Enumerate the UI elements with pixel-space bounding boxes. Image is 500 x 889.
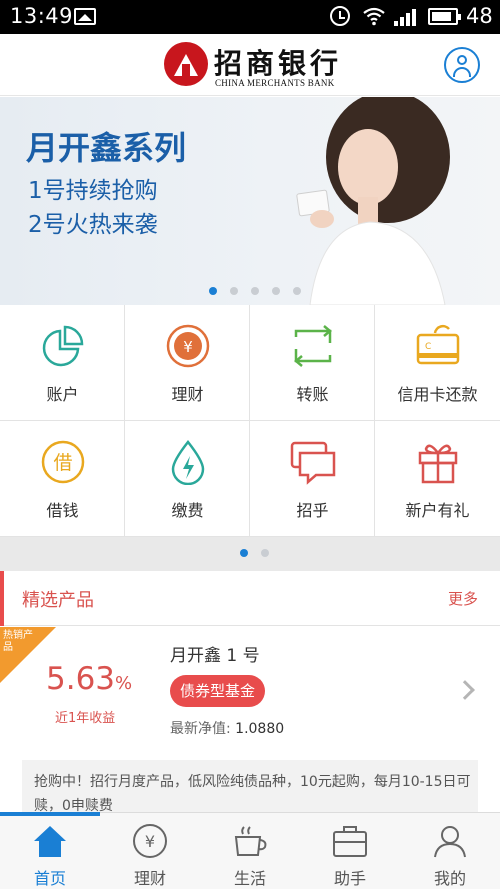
more-link[interactable]: 更多 bbox=[448, 588, 478, 609]
product-rate: 5.63% bbox=[46, 661, 133, 697]
section-title: 精选产品 bbox=[22, 590, 94, 611]
svg-text:C: C bbox=[425, 342, 431, 352]
svg-text:借: 借 bbox=[53, 452, 72, 474]
section-accent-bar bbox=[0, 571, 4, 626]
pie-chart-icon bbox=[42, 325, 84, 367]
nav-wealth[interactable]: ¥ 理财 bbox=[100, 813, 200, 889]
menu-item-zhaohu[interactable]: 招乎 bbox=[250, 421, 375, 537]
banner-dot[interactable] bbox=[293, 287, 301, 295]
yuan-icon: ¥ bbox=[133, 824, 167, 858]
user-profile-button[interactable] bbox=[444, 47, 480, 83]
borrow-icon: 借 bbox=[41, 440, 85, 484]
nav-life[interactable]: 生活 bbox=[200, 813, 300, 889]
credit-card-icon: C bbox=[416, 324, 460, 365]
menu-page-dot[interactable] bbox=[240, 549, 248, 557]
svg-text:¥: ¥ bbox=[183, 338, 193, 356]
briefcase-icon bbox=[333, 826, 367, 857]
battery-icon bbox=[428, 8, 461, 25]
gift-icon bbox=[418, 444, 458, 484]
banner-dot[interactable] bbox=[272, 287, 280, 295]
status-bar: 13:49 48 bbox=[0, 0, 500, 34]
banner-subtitle-2: 2号火热来袭 bbox=[28, 212, 158, 238]
wifi-icon bbox=[363, 7, 385, 26]
product-nav: 最新净值: 1.0880 bbox=[170, 721, 285, 737]
hot-badge-text: 热销产品 bbox=[3, 630, 33, 653]
home-icon bbox=[34, 826, 66, 857]
nav-mine[interactable]: 我的 bbox=[400, 813, 500, 889]
image-notification-icon bbox=[74, 8, 96, 25]
menu-item-account[interactable]: 账户 bbox=[0, 305, 125, 421]
banner-subtitle-1: 1号持续抢购 bbox=[28, 178, 158, 204]
bank-logo-icon bbox=[164, 42, 208, 86]
banner-title: 月开鑫系列 bbox=[26, 129, 187, 167]
banner-dot[interactable] bbox=[230, 287, 238, 295]
coffee-icon bbox=[234, 826, 267, 856]
menu-pager bbox=[0, 537, 500, 571]
profile-icon bbox=[434, 826, 466, 858]
bottom-nav: 首页 ¥ 理财 生活 助手 我的 bbox=[0, 812, 500, 889]
chat-bubble-icon bbox=[290, 441, 336, 485]
svg-text:¥: ¥ bbox=[145, 832, 155, 851]
brand-name-cn: 招商银行 bbox=[214, 47, 343, 80]
status-time: 13:49 bbox=[10, 4, 74, 28]
menu-item-new-user-gift[interactable]: 新户有礼 bbox=[375, 421, 500, 537]
signal-icon bbox=[394, 8, 420, 26]
product-type-badge: 债券型基金 bbox=[170, 675, 266, 707]
banner-dot[interactable] bbox=[251, 287, 259, 295]
product-name: 月开鑫 1 号 bbox=[170, 646, 260, 666]
banner-model-image bbox=[296, 97, 450, 305]
menu-item-wealth[interactable]: ¥ 理财 bbox=[125, 305, 250, 421]
promo-banner[interactable]: 月开鑫系列 1号持续抢购 2号火热来袭 bbox=[0, 97, 500, 305]
menu-item-credit-card[interactable]: C 信用卡还款 bbox=[375, 305, 500, 421]
rate-label: 近1年收益 bbox=[55, 711, 116, 726]
brand-name-en: CHINA MERCHANTS BANK bbox=[215, 78, 335, 88]
nav-home[interactable]: 首页 bbox=[0, 813, 100, 889]
nav-assistant[interactable]: 助手 bbox=[300, 813, 400, 889]
menu-item-borrow[interactable]: 借 借钱 bbox=[0, 421, 125, 537]
menu-item-transfer[interactable]: 转账 bbox=[250, 305, 375, 421]
battery-level: 48 bbox=[466, 4, 493, 28]
app-header: 招商银行 CHINA MERCHANTS BANK bbox=[0, 34, 500, 96]
yuan-coin-icon: ¥ bbox=[166, 324, 210, 368]
menu-item-bills[interactable]: 缴费 bbox=[125, 421, 250, 537]
menu-page-dot[interactable] bbox=[261, 549, 269, 557]
water-drop-icon bbox=[171, 439, 205, 485]
chevron-right-icon[interactable] bbox=[455, 680, 475, 700]
banner-dot[interactable] bbox=[209, 287, 217, 295]
quick-menu-grid: 账户 ¥ 理财 转账 C 信用卡还款 借 借钱 缴费 招乎 新户有礼 bbox=[0, 305, 500, 537]
user-icon bbox=[457, 55, 467, 65]
featured-section-header: 精选产品 更多 bbox=[0, 571, 500, 626]
product-notice: 抢购中！招行月度产品，低风险纯债品种，10元起购，每月10-15日可赎，0申赎费 bbox=[22, 760, 478, 812]
product-card[interactable]: 热销产品 5.63% 近1年收益 月开鑫 1 号 债券型基金 最新净值: 1.0… bbox=[0, 627, 500, 757]
transfer-icon bbox=[294, 325, 332, 367]
alarm-icon bbox=[330, 6, 350, 26]
